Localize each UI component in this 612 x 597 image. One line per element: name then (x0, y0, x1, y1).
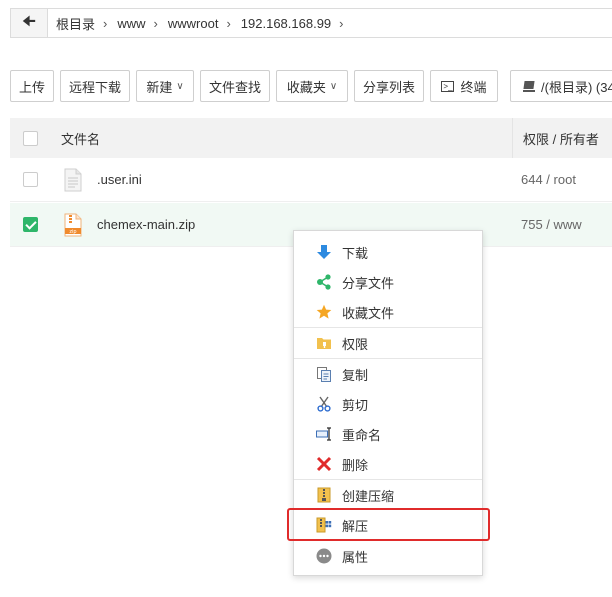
copy-icon (317, 367, 331, 382)
menu-item-delete[interactable]: 删除 (294, 449, 482, 479)
chevron-right-icon: › (153, 15, 158, 31)
row-checkbox[interactable] (23, 172, 38, 187)
properties-dots-icon (316, 548, 332, 564)
table-row[interactable]: .user.ini 644 / root (10, 158, 612, 202)
breadcrumb-label: www (117, 15, 146, 31)
scissors-icon (317, 396, 331, 412)
favorites-dropdown-button[interactable]: 收藏夹 ∨ (276, 70, 348, 102)
file-search-button[interactable]: 文件查找 (200, 70, 270, 102)
menu-item-label: 重命名 (342, 427, 382, 443)
file-search-label: 文件查找 (208, 79, 261, 95)
upload-label: 上传 (18, 79, 45, 95)
breadcrumb-label: 根目录 (56, 16, 96, 32)
menu-item-label: 分享文件 (342, 275, 395, 291)
remote-download-label: 远程下载 (68, 79, 121, 95)
chevron-right-icon: › (103, 15, 108, 31)
breadcrumb-label: 192.168.168.99 (240, 15, 332, 31)
disk-button[interactable]: /(根目录) (34 (510, 70, 612, 102)
delete-x-icon (316, 456, 332, 472)
share-list-button[interactable]: 分享列表 (354, 70, 424, 102)
menu-item-permission[interactable]: 权限 (294, 328, 482, 358)
menu-item-label: 剪切 (342, 397, 369, 413)
remote-download-button[interactable]: 远程下载 (60, 70, 130, 102)
chevron-right-icon: › (339, 15, 344, 31)
menu-item-label: 收藏文件 (342, 305, 395, 321)
menu-item-rename[interactable]: 重命名 (294, 419, 482, 449)
menu-item-cut[interactable]: 剪切 (294, 389, 482, 419)
highlight-box (287, 508, 490, 541)
terminal-button[interactable]: >_ 终端 (430, 70, 498, 102)
menu-item-label: 创建压缩 (342, 488, 395, 504)
svg-text:zip: zip (69, 229, 76, 235)
file-permission[interactable]: 755 / www (521, 217, 582, 232)
back-arrow-icon[interactable]: 🠈 (11, 9, 48, 37)
download-arrow-icon (317, 245, 331, 259)
rename-icon (316, 427, 331, 441)
menu-item-label: 复制 (342, 367, 369, 383)
terminal-label: 终端 (460, 79, 487, 95)
menu-item-copy[interactable]: 复制 (294, 359, 482, 389)
text-file-icon (64, 168, 82, 192)
menu-item-label: 属性 (342, 549, 369, 565)
menu-item-label: 删除 (342, 457, 369, 473)
chevron-down-icon: ∨ (329, 80, 338, 92)
row-checkbox[interactable] (23, 217, 38, 232)
favorites-label: 收藏夹 (286, 79, 326, 95)
zip-file-icon: zip (64, 213, 82, 237)
chevron-right-icon: › (226, 15, 231, 31)
upload-button[interactable]: 上传 (10, 70, 54, 102)
share-icon (317, 274, 331, 290)
breadcrumb-item-wwwroot[interactable]: wwwroot › (160, 16, 233, 31)
breadcrumb-label: wwwroot (167, 15, 219, 31)
menu-item-properties[interactable]: 属性 (294, 541, 482, 571)
breadcrumb-item-root[interactable]: 根目录 › (48, 14, 109, 33)
file-name[interactable]: .user.ini (97, 172, 142, 187)
chevron-down-icon: ∨ (176, 80, 184, 92)
table-header: 文件名 权限 / 所有者 (10, 118, 612, 158)
new-dropdown-button[interactable]: 新建 ∨ (136, 70, 194, 102)
column-header-name[interactable]: 文件名 (61, 129, 100, 148)
permission-folder-icon (317, 338, 331, 349)
disk-icon (523, 81, 535, 92)
breadcrumb: 🠈 根目录 › www › wwwroot › 192.168.168.99 › (10, 8, 612, 38)
terminal-icon: >_ (441, 80, 455, 92)
menu-item-label: 权限 (342, 336, 369, 352)
menu-item-favorite-file[interactable]: 收藏文件 (294, 297, 482, 327)
breadcrumb-item-www[interactable]: www › (109, 16, 160, 31)
file-toolbar: 上传 远程下载 新建 ∨ 文件查找 收藏夹 ∨ 分享列表 >_ 终端 /(根目录… (10, 70, 612, 102)
menu-item-download[interactable]: 下载 (294, 237, 482, 267)
menu-item-share-file[interactable]: 分享文件 (294, 267, 482, 297)
file-name[interactable]: chemex-main.zip (97, 217, 195, 232)
column-header-permission[interactable]: 权限 / 所有者 (512, 118, 599, 158)
menu-item-label: 下载 (342, 245, 369, 261)
breadcrumb-item-site[interactable]: 192.168.168.99 › (233, 16, 346, 31)
new-label: 新建 (146, 79, 173, 95)
menu-item-create-archive[interactable]: 创建压缩 (294, 480, 482, 510)
disk-label: /(根目录) (34 (541, 79, 612, 95)
file-permission[interactable]: 644 / root (521, 172, 576, 187)
share-list-label: 分享列表 (362, 79, 415, 95)
star-icon (316, 304, 332, 319)
compress-icon (317, 487, 331, 503)
select-all-checkbox[interactable] (23, 130, 38, 146)
